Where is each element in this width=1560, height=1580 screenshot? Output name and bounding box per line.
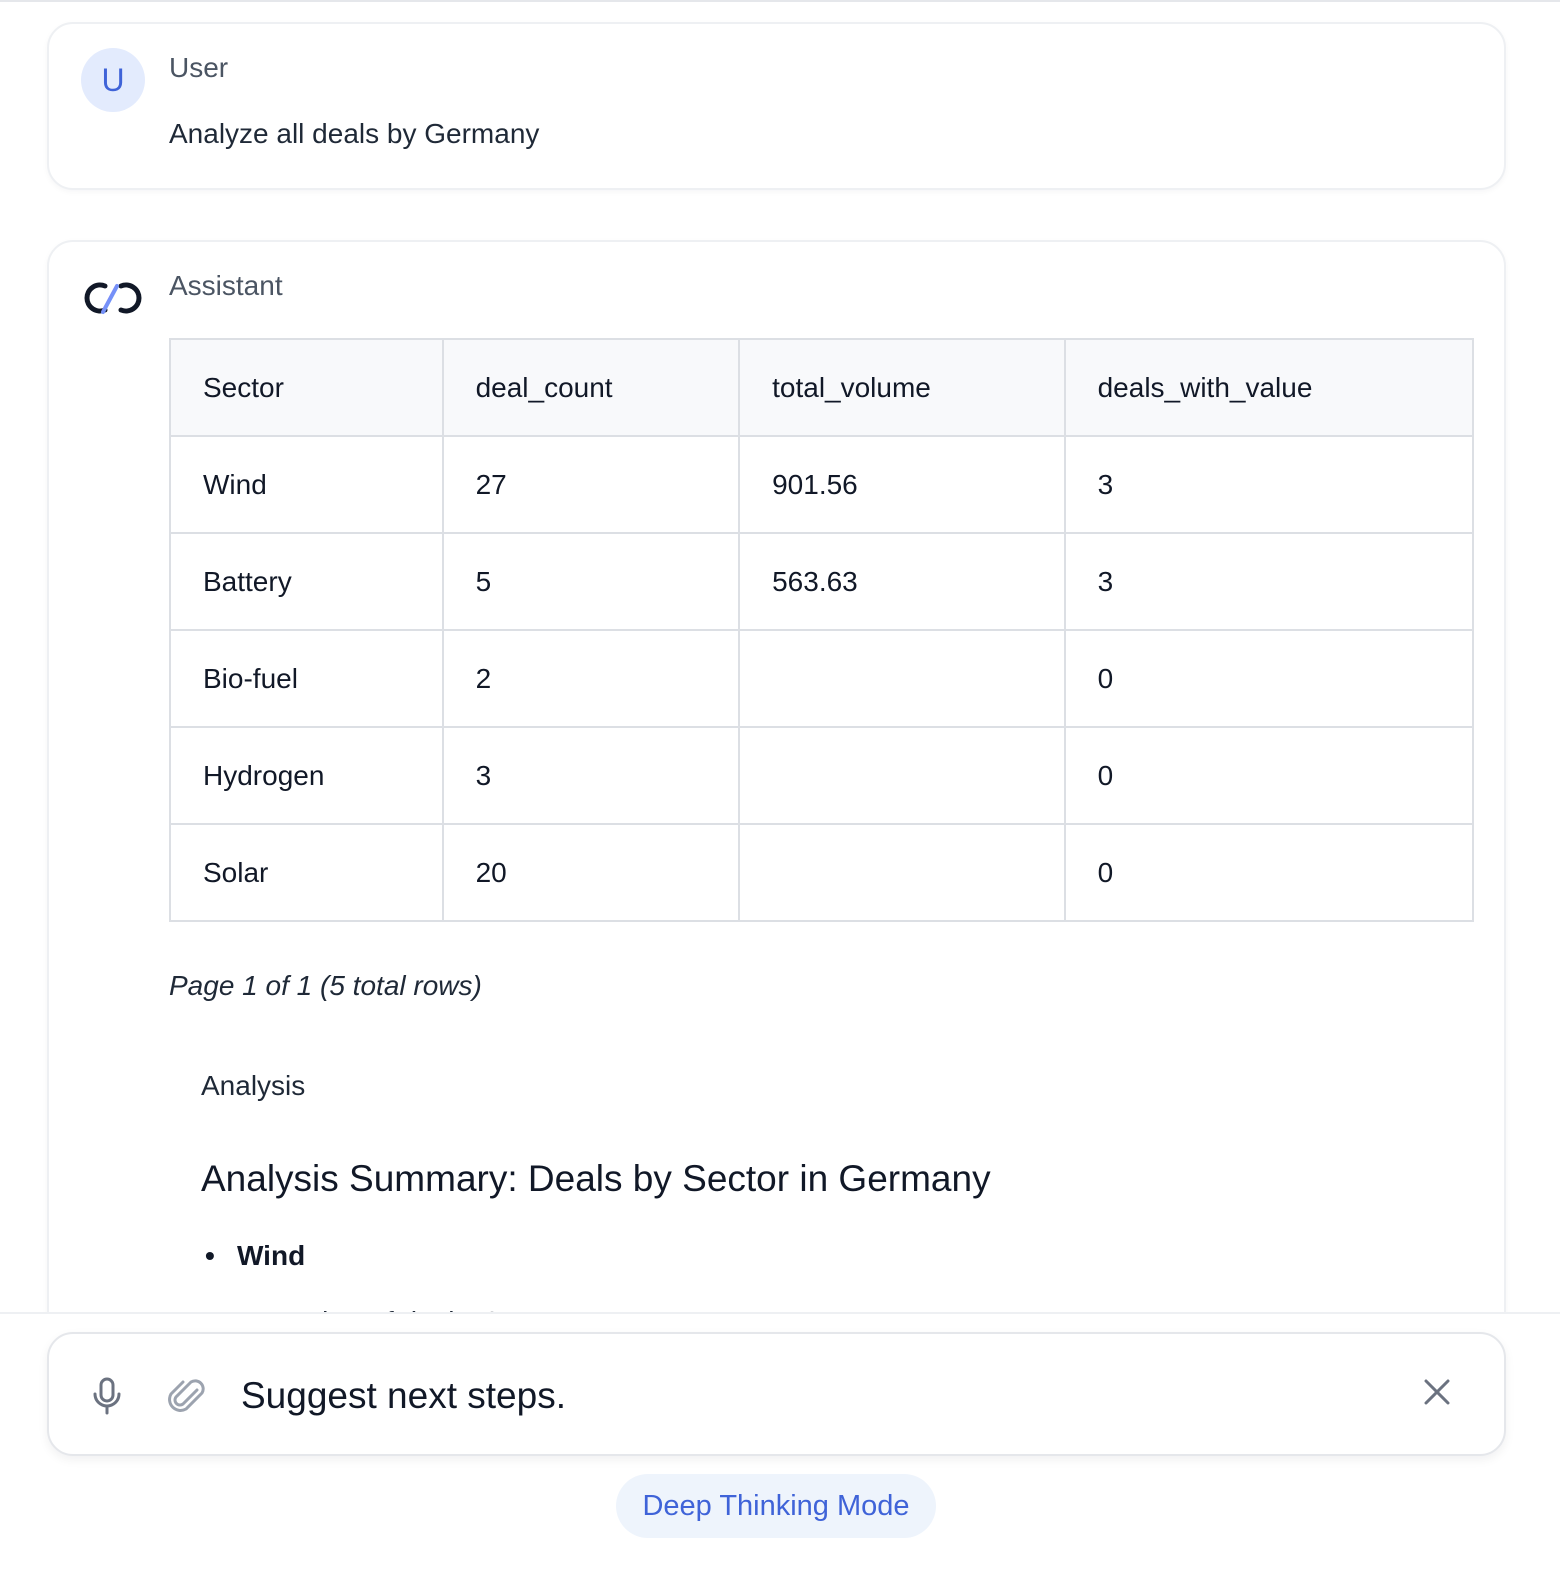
table-cell: 0 <box>1063 726 1475 825</box>
table-row: Solar 20 0 <box>169 823 1475 922</box>
table-row: Hydrogen 3 0 <box>169 726 1475 825</box>
table-row: Wind 27 901.56 3 <box>169 435 1475 534</box>
table-cell: 0 <box>1063 629 1475 728</box>
table-cell: 27 <box>441 435 741 534</box>
results-table: Sector deal_count total_volume deals_wit… <box>169 338 1475 922</box>
assistant-role-label: Assistant <box>169 270 283 301</box>
table-row: Bio-fuel 2 0 <box>169 629 1475 728</box>
table-header-cell: total_volume <box>738 338 1066 437</box>
table-cell: Hydrogen <box>169 726 444 825</box>
table-cell: 20 <box>441 823 741 922</box>
table-cell: 3 <box>441 726 741 825</box>
analysis-label: Analysis <box>201 1070 306 1101</box>
assistant-logo-icon <box>84 282 142 314</box>
table-cell: 563.63 <box>738 532 1066 631</box>
microphone-icon[interactable] <box>83 1372 131 1420</box>
table-cell: 3 <box>1063 435 1475 534</box>
table-cell: 901.56 <box>738 435 1066 534</box>
table-cell <box>738 726 1066 825</box>
assistant-message-card: Assistant Sector deal_count total_volume… <box>47 240 1506 1322</box>
close-icon[interactable] <box>1413 1368 1461 1416</box>
chat-input[interactable] <box>241 1364 1381 1428</box>
deep-thinking-mode-button[interactable]: Deep Thinking Mode <box>616 1474 936 1538</box>
table-cell: Bio-fuel <box>169 629 444 728</box>
table-row: Battery 5 563.63 3 <box>169 532 1475 631</box>
table-cell <box>738 823 1066 922</box>
table-cell: Solar <box>169 823 444 922</box>
table-cell: 5 <box>441 532 741 631</box>
table-cell: Wind <box>169 435 444 534</box>
user-message-card: U User Analyze all deals by Germany <box>47 22 1506 190</box>
user-role-label: User <box>169 52 229 83</box>
table-header-cell: deals_with_value <box>1063 338 1475 437</box>
table-header-cell: Sector <box>169 338 444 437</box>
summary-bullet-list: Wind <box>201 1240 305 1272</box>
summary-heading: Analysis Summary: Deals by Sector in Ger… <box>201 1158 991 1199</box>
table-cell <box>738 629 1066 728</box>
paperclip-icon[interactable] <box>163 1372 211 1420</box>
user-avatar: U <box>81 48 145 112</box>
chat-scroll-area[interactable]: U User Analyze all deals by Germany Assi… <box>0 0 1560 1322</box>
list-item: Wind <box>201 1240 305 1272</box>
table-cell: 0 <box>1063 823 1475 922</box>
table-header-cell: deal_count <box>441 338 741 437</box>
table-cell: 2 <box>441 629 741 728</box>
table-cell: Battery <box>169 532 444 631</box>
table-header-row: Sector deal_count total_volume deals_wit… <box>169 338 1475 437</box>
user-message-text: Analyze all deals by Germany <box>169 118 540 149</box>
table-cell: 3 <box>1063 532 1475 631</box>
pagination-text: Page 1 of 1 (5 total rows) <box>169 970 482 1001</box>
composer-area: Deep Thinking Mode <box>0 1312 1560 1580</box>
message-composer <box>47 1332 1506 1456</box>
